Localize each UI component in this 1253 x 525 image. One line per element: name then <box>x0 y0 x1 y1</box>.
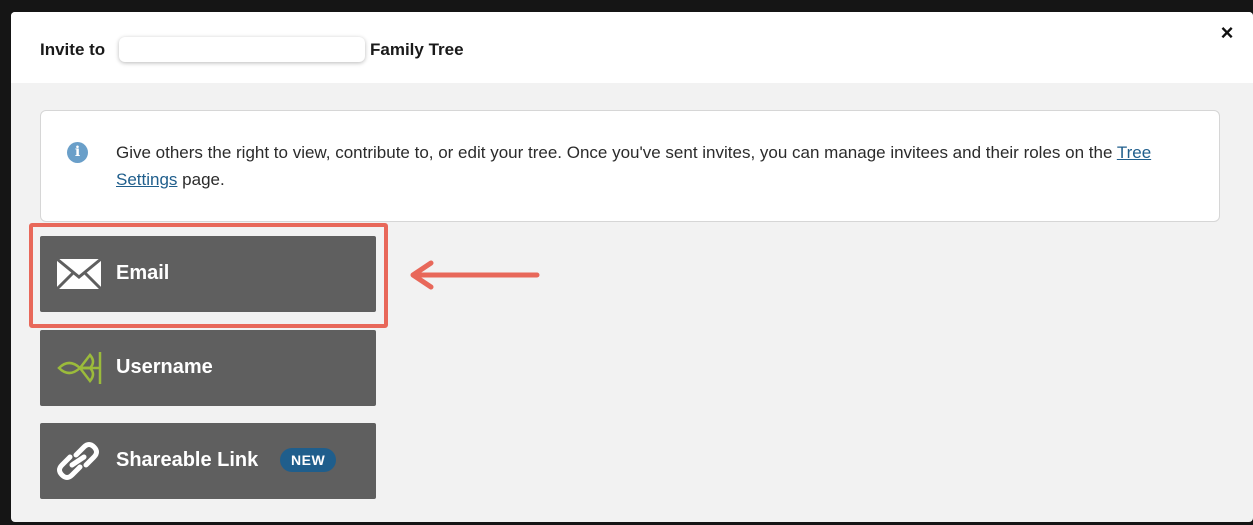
info-icon: i <box>67 142 88 163</box>
info-text: Give others the right to view, contribut… <box>116 139 1196 193</box>
username-invite-button[interactable]: Username <box>40 330 376 406</box>
email-label: Email <box>116 262 170 284</box>
title-suffix: Family Tree <box>370 40 464 59</box>
info-text-after: page. <box>177 170 225 189</box>
username-label: Username <box>116 356 213 378</box>
dialog-header: Invite to Family Tree × <box>11 12 1253 83</box>
new-badge: NEW <box>280 448 337 472</box>
shareable-link-button[interactable]: Shareable Link NEW <box>40 423 376 499</box>
close-button[interactable]: × <box>1216 22 1238 44</box>
envelope-icon <box>56 257 102 291</box>
info-text-before: Give others the right to view, contribut… <box>116 143 1117 162</box>
ancestry-leaf-icon <box>57 352 102 384</box>
pointer-arrow-icon <box>410 260 540 290</box>
tree-name-redacted <box>119 37 365 62</box>
email-invite-button[interactable]: Email <box>40 236 376 312</box>
invite-dialog: Invite to Family Tree × i Give others th… <box>11 12 1253 522</box>
shareable-link-label: Shareable Link <box>116 449 259 471</box>
info-message: i Give others the right to view, contrib… <box>40 110 1220 222</box>
title-prefix: Invite to <box>40 40 106 59</box>
link-icon <box>57 442 99 480</box>
